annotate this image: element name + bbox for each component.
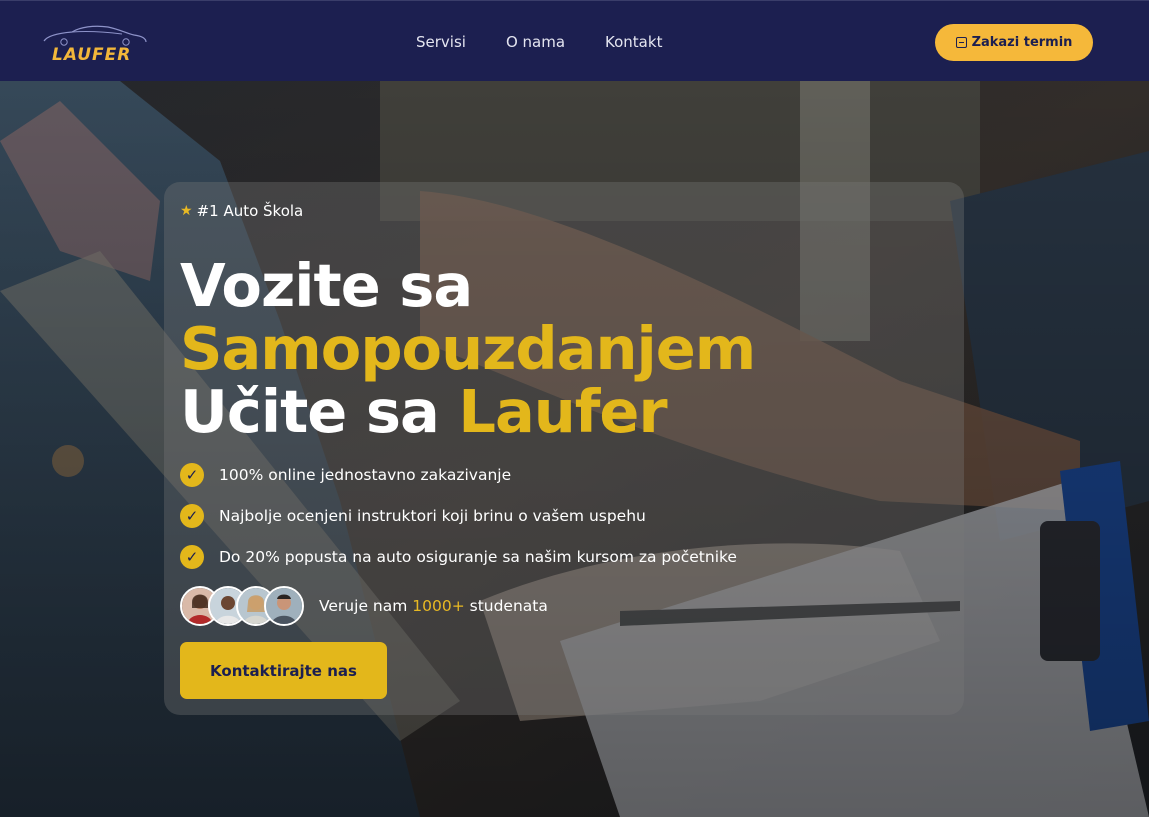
nav-link-servisi[interactable]: Servisi: [416, 33, 466, 51]
trust-count: 1000+: [412, 597, 465, 615]
trust-suffix: studenata: [464, 597, 548, 615]
headline-line-2: Samopouzdanjem: [180, 314, 756, 383]
headline-line-3a: Učite sa: [180, 377, 459, 446]
badge-text: #1 Auto Škola: [196, 202, 304, 220]
hero-card: ★ #1 Auto Škola Vozite sa Samopouzdanjem…: [164, 182, 964, 715]
headline-line-1: Vozite sa: [180, 251, 473, 320]
contact-us-button[interactable]: Kontaktirajte nas: [180, 642, 387, 699]
feature-item: ✓ 100% online jednostavno zakazivanje: [180, 463, 737, 487]
social-proof: Veruje nam 1000+ studenata: [180, 586, 548, 626]
calendar-icon: [955, 37, 967, 48]
check-icon: ✓: [180, 504, 204, 528]
book-appointment-label: Zakazi termin: [971, 35, 1073, 50]
avatar: [264, 586, 304, 626]
feature-text: 100% online jednostavno zakazivanje: [219, 466, 512, 484]
feature-text: Do 20% popusta na auto osiguranje sa naš…: [219, 548, 737, 566]
book-appointment-button[interactable]: Zakazi termin: [935, 24, 1093, 61]
check-icon: ✓: [180, 463, 204, 487]
check-icon: ✓: [180, 545, 204, 569]
hero-headline: Vozite sa Samopouzdanjem Učite sa Laufer: [180, 251, 756, 446]
logo-text: LAUFER: [52, 45, 132, 65]
avatar-group: [180, 586, 304, 626]
logo[interactable]: LAUFER: [42, 23, 148, 67]
trust-prefix: Veruje nam: [319, 597, 413, 615]
feature-list: ✓ 100% online jednostavno zakazivanje ✓ …: [180, 463, 737, 586]
feature-item: ✓ Do 20% popusta na auto osiguranje sa n…: [180, 545, 737, 569]
nav-link-kontakt[interactable]: Kontakt: [605, 33, 662, 51]
star-icon: ★: [180, 203, 193, 219]
rating-badge: ★ #1 Auto Škola: [180, 202, 303, 220]
hero-section: ★ #1 Auto Škola Vozite sa Samopouzdanjem…: [0, 81, 1149, 817]
main-nav: Servisi O nama Kontakt: [416, 33, 702, 51]
nav-link-o-nama[interactable]: O nama: [506, 33, 565, 51]
feature-item: ✓ Najbolje ocenjeni instruktori koji bri…: [180, 504, 737, 528]
headline-line-3b: Laufer: [458, 377, 667, 446]
feature-text: Najbolje ocenjeni instruktori koji brinu…: [219, 507, 646, 525]
trust-text: Veruje nam 1000+ studenata: [319, 597, 548, 615]
site-header: LAUFER Servisi O nama Kontakt Zakazi ter…: [0, 0, 1149, 81]
